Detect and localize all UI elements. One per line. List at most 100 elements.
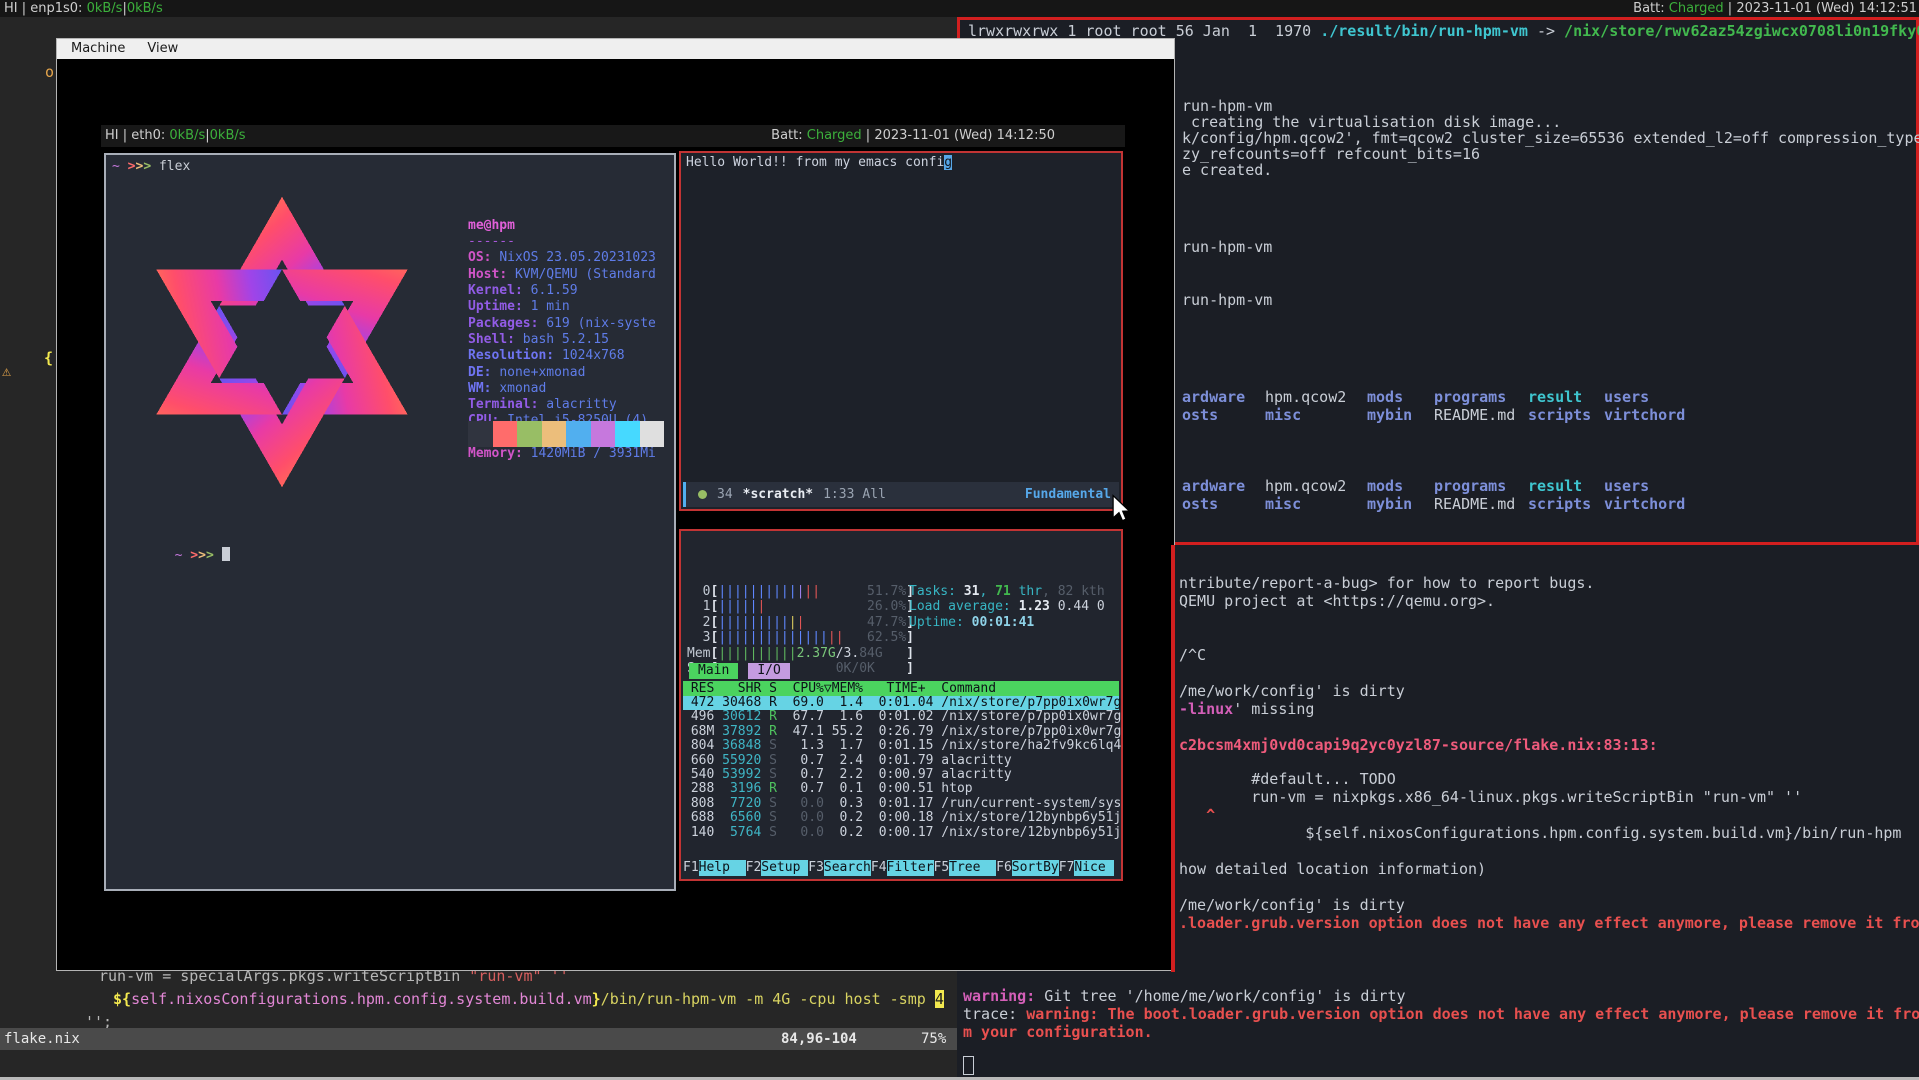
menu-item[interactable]: View [147,39,178,59]
outer-status-bar: HI | enp1s0: 0kB/s|0kB/s Batt: Charged |… [0,0,1919,17]
palette-swatch [566,421,591,434]
emacs-window[interactable]: Hello World!! from my emacs config 34 *s… [679,151,1123,511]
neofetch-line: Shell: bash 5.2.15 [468,332,656,348]
terminal-line: run-vm = nixpkgs.x86_64-linux.pkgs.write… [1179,789,1802,806]
terminal-line: ntribute/report-a-bug> for how to report… [1179,575,1594,592]
htop-summary-line: Tasks: 31, 71 thr, 82 kth [909,584,1105,600]
menu-item[interactable]: Machine [71,39,125,59]
neofetch-line: OS: NixOS 23.05.20231023 [468,250,656,266]
process-row[interactable]: 288 3196 R 0.7 0.1 0:00.51 htop [683,782,1119,796]
htop-window[interactable]: 0[||||||||||||| 51.7%] 1[|||||| 26.0%] 2… [679,529,1123,881]
emacs-modeline: 34 *scratch* 1:33 All Fundamental [683,482,1119,507]
terminal-line: result [1528,478,1582,495]
terminal-line: mods [1367,478,1403,495]
vim-scroll-percent: 75% [921,1028,946,1050]
fkey-button[interactable]: F3Search [808,860,871,876]
htop-function-keys: F1Help F2Setup F3SearchF4FilterF5Tree F6… [683,860,1119,876]
palette-swatch [517,434,542,447]
vm-status-bar: HI | eth0: 0kB/s|0kB/s Batt: Charged | 2… [101,125,1125,147]
process-row[interactable]: 472 30468 R 69.0 1.4 0:01.04 /nix/store/… [683,696,1119,710]
vim-statusline: flake.nix 84,96-104 75% [0,1028,957,1050]
fkey-button[interactable]: F5Tree [934,860,997,876]
terminal-cursor [963,1056,974,1075]
process-row[interactable]: 688 6560 S 0.0 0.2 0:00.18 /nix/store/12… [683,811,1119,825]
terminal-line: README.md [1434,407,1515,424]
qemu-menubar: Machine View [57,39,1174,59]
neofetch-line: Terminal: alacritty [468,397,656,413]
vm-terminal-neofetch[interactable]: ~ >>> flex [104,153,676,891]
terminal-line: users [1604,389,1649,406]
code-line: ${self.nixosConfigurations.hpm.config.sy… [113,989,944,1009]
terminal-line: /me/work/config' is dirty [1179,683,1405,700]
fkey-button[interactable]: F2Setup [746,860,809,876]
fkey-button[interactable]: F6SortBy [996,860,1059,876]
terminal-cursor [222,547,230,561]
shell-prompt: ~ >>> flex [112,159,190,175]
process-row[interactable]: 68M 37892 R 47.1 55.2 0:26.79 /nix/store… [683,725,1119,739]
process-row[interactable]: 660 55920 S 0.7 2.4 0:01.79 alacritty [683,754,1119,768]
modeline-size: 34 [717,487,733,502]
terminal-line: scripts [1528,407,1591,424]
code-fragment: { [44,348,53,368]
modeline-accent-bar [683,482,686,507]
process-row[interactable]: 140 5764 S 0.0 0.2 0:00.17 /nix/store/12… [683,826,1119,840]
terminal-line: scripts [1528,496,1591,513]
nixos-logo [110,177,454,507]
emacs-buffer-text: Hello World!! from my emacs config [686,155,952,171]
vim-filename: flake.nix [4,1028,80,1050]
terminal-line: misc [1265,407,1301,424]
neofetch-line: Memory: 1420MiB / 3931Mi [468,446,656,462]
fkey-button[interactable]: F1Help [683,860,746,876]
fkey-button[interactable]: F4Filter [871,860,934,876]
terminal-line: osts [1182,496,1218,513]
qemu-window[interactable]: Machine View HI | eth0: 0kB/s|0kB/s Batt:… [56,38,1175,971]
process-row[interactable]: 540 53992 S 0.7 2.2 0:00.97 alacritty [683,768,1119,782]
vim-cursor-position: 84,96-104 [781,1028,857,1050]
palette-swatch [591,421,616,434]
neofetch-line: ------ [468,234,656,250]
modified-indicator-icon [698,490,707,499]
vm-desktop: HI | eth0: 0kB/s|0kB/s Batt: Charged | 2… [101,125,1125,893]
terminal-line: /me/work/config' is dirty [1179,897,1405,914]
neofetch-line: WM: xmonad [468,381,656,397]
terminal-line: mybin [1367,496,1412,513]
terminal-line: mybin [1367,407,1412,424]
htop-summary-line: Uptime: 00:01:41 [909,615,1105,631]
process-row[interactable]: 496 30612 R 67.7 1.6 0:01.02 /nix/store/… [683,710,1119,724]
terminal-line: trace: warning: The boot.loader.grub.ver… [963,1006,1919,1023]
htop-summary: Tasks: 31, 71 thr, 82 kthLoad average: 1… [909,537,1105,630]
htop-meter: Mem[||||||||||2.37G/3.84G ] [687,646,914,662]
window-border-divider [1171,545,1175,972]
htop-table-header[interactable]: RES SHR S CPU%▽MEM% TIME+ Command [683,681,1119,696]
terminal-line: ardware [1182,389,1245,406]
htop-cpu-meters: 0[||||||||||||| 51.7%] 1[|||||| 26.0%] 2… [687,537,914,677]
terminal-line: ardware [1182,478,1245,495]
htop-tab[interactable]: I/O [748,663,789,679]
htop-meter: 3[|||||||||||||||| 62.5%] [687,630,914,646]
network-status: HI | enp1s0: 0kB/s|0kB/s [0,0,163,17]
process-row[interactable]: 804 36848 S 1.3 1.7 0:01.15 /nix/store/h… [683,739,1119,753]
terminal-line: virtchord [1604,496,1685,513]
palette-swatch [615,421,640,434]
terminal-color-palette [468,421,668,447]
fkey-button[interactable]: F7Nice [1059,860,1106,876]
terminal-line: hpm.qcow2 [1265,389,1346,406]
terminal-line: .loader.grub.version option does not hav… [1179,915,1919,932]
terminal-line: programs [1434,389,1506,406]
vm-battery-clock: Batt: Charged | 2023-11-01 (Wed) 14:12:5… [771,125,1125,147]
terminal-line: programs [1434,478,1506,495]
terminal-line: virtchord [1604,407,1685,424]
htop-tab[interactable]: Main [689,663,738,679]
modeline-scroll: All [862,487,885,502]
modeline-buffer-name: *scratch* [743,487,813,502]
process-row[interactable]: 808 7720 S 0.0 0.3 0:01.17 /run/current-… [683,797,1119,811]
neofetch-line: Kernel: 6.1.59 [468,283,656,299]
htop-summary-line: Load average: 1.23 0.44 0 [909,599,1105,615]
terminal-line: README.md [1434,496,1515,513]
htop-meter: 1[|||||| 26.0%] [687,599,914,615]
modeline-position: 1:33 [823,487,854,502]
palette-swatch [640,434,665,447]
palette-swatch [591,434,616,447]
terminal-line: ${self.nixosConfigurations.hpm.config.sy… [1179,825,1901,842]
terminal-line: #default... TODO [1179,771,1396,788]
